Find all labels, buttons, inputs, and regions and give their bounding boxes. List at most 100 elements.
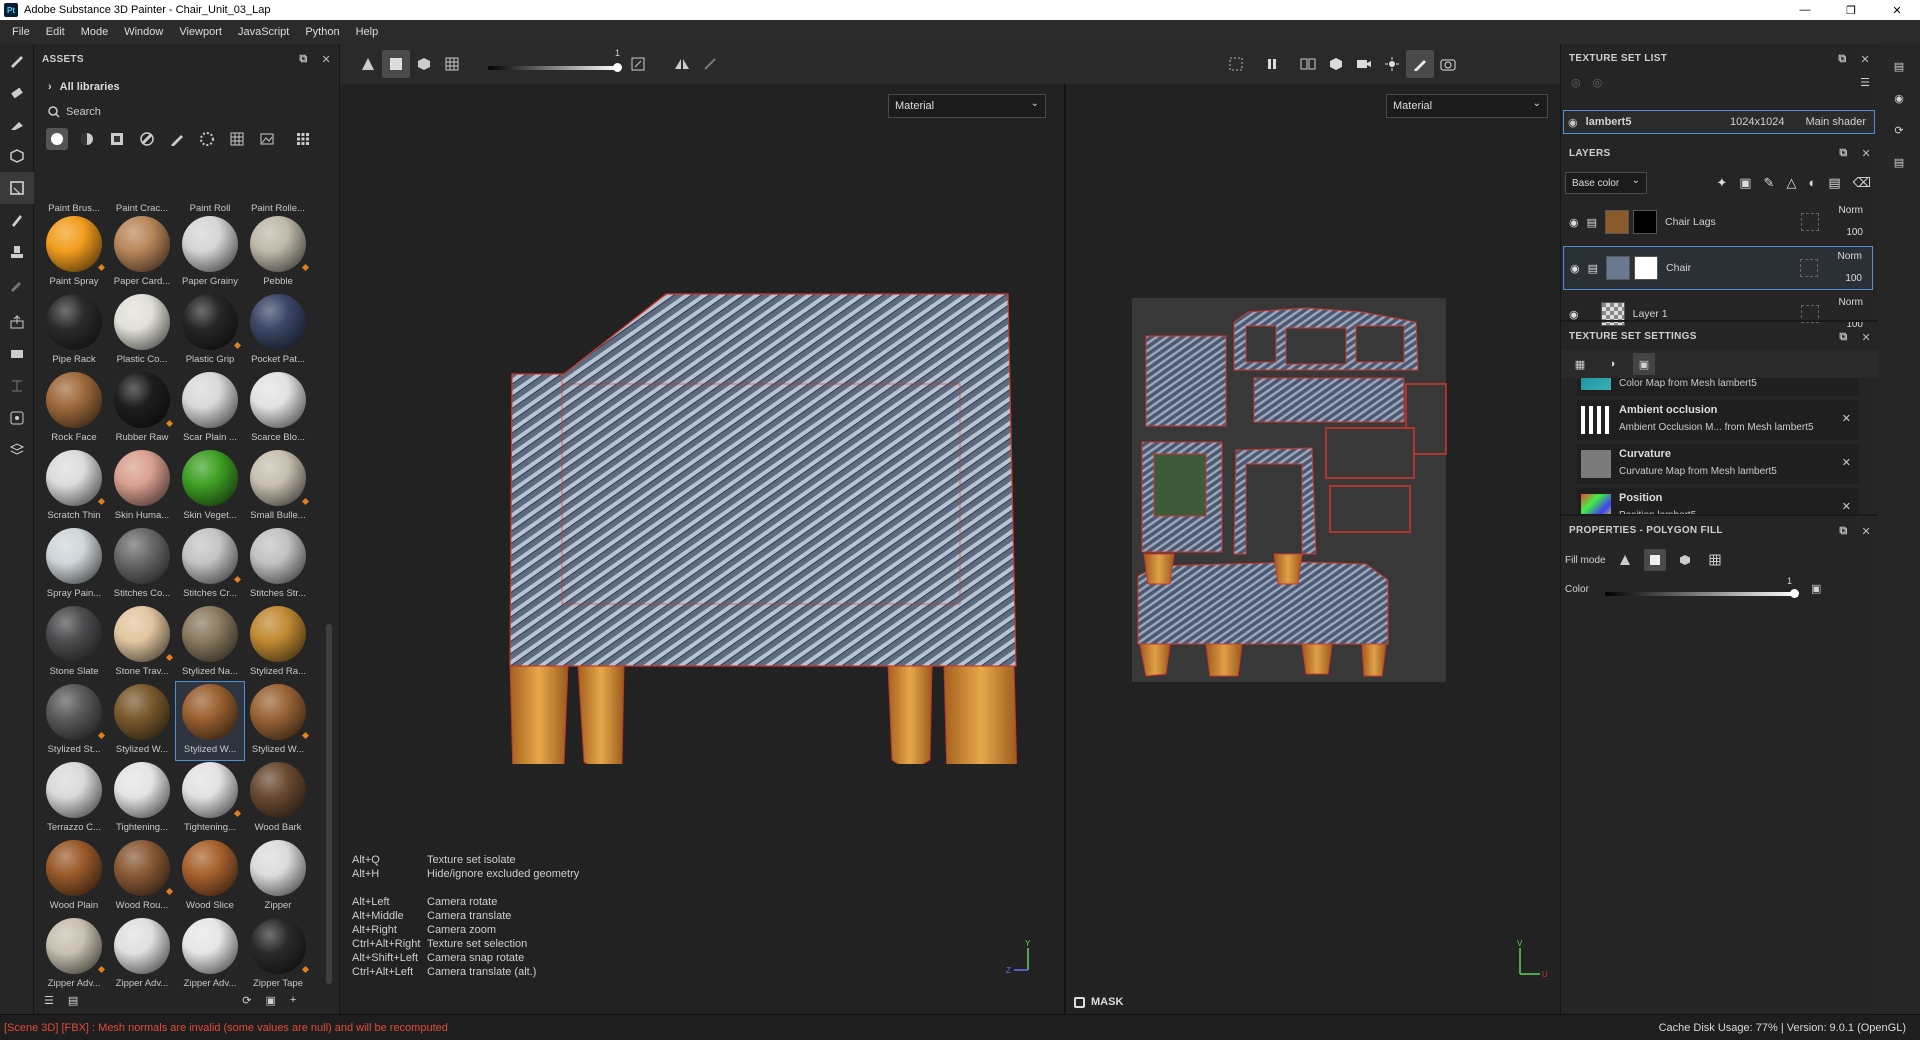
color-picker-icon[interactable] — [0, 268, 34, 300]
asset-tile[interactable]: Pebble — [244, 214, 312, 292]
eraser-icon[interactable] — [0, 76, 34, 108]
asset-tile[interactable]: Zipper Tape — [244, 916, 312, 990]
layer-blend-mode[interactable]: Norm — [1839, 200, 1863, 222]
viewport-2d[interactable]: Material ⌄ MASK V U — [1066, 84, 1560, 1014]
asset-tile[interactable]: Rock Face — [40, 370, 108, 448]
menu-help[interactable]: Help — [348, 26, 387, 38]
color-picker-icon[interactable]: ▣ — [1811, 582, 1821, 595]
float-panel-icon[interactable]: ⧉ — [1839, 525, 1847, 538]
textures-filter-icon[interactable] — [226, 128, 248, 150]
mask-toggle[interactable]: MASK — [1074, 996, 1123, 1008]
add-folder-icon[interactable]: ▤ — [1828, 175, 1840, 191]
float-panel-icon[interactable]: ⧉ — [1838, 53, 1846, 66]
tool-mode-square-icon[interactable] — [382, 50, 410, 78]
asset-tile[interactable]: Scratch Thin — [40, 448, 108, 526]
delete-layer-icon[interactable]: ⌫ — [1853, 175, 1871, 191]
asset-tile[interactable]: Paper Grainy — [176, 214, 244, 292]
environments-filter-icon[interactable] — [256, 128, 278, 150]
paint-mode-icon[interactable] — [1406, 50, 1434, 78]
asset-tile[interactable]: Stylized W... — [175, 681, 245, 761]
layer-opacity[interactable]: 100 — [1839, 222, 1863, 244]
menu-viewport[interactable]: Viewport — [171, 26, 230, 38]
geometry-mask-icon[interactable] — [0, 140, 34, 172]
camera-split-icon[interactable] — [1294, 50, 1322, 78]
smart-masks-filter-icon[interactable] — [136, 128, 158, 150]
status-error[interactable]: [Scene 3D] [FBX] : Mesh normals are inva… — [4, 1022, 448, 1034]
color-slider[interactable] — [1605, 589, 1799, 598]
asset-tile[interactable]: Zipper Adv... — [176, 916, 244, 990]
refresh-icon[interactable]: ⟳ — [242, 994, 251, 1007]
pause-icon[interactable] — [1258, 50, 1286, 78]
asset-tile[interactable]: Rubber Raw — [108, 370, 176, 448]
fill-mode-mesh-icon[interactable] — [1674, 549, 1696, 571]
screenshot-icon[interactable] — [1434, 50, 1462, 78]
fill-mode-square-icon[interactable] — [1643, 549, 1666, 571]
viewport-3d[interactable]: Material ⌄ Alt+Q Texture set isolate Alt+H H… — [340, 84, 1064, 1014]
add-paint-layer-icon[interactable]: ✎ — [1764, 175, 1775, 191]
search-field[interactable]: Search — [34, 100, 339, 124]
materials-filter-icon[interactable] — [46, 128, 68, 150]
asset-tile[interactable]: Stitches Cr... — [176, 526, 244, 604]
polygon-fill-icon[interactable] — [0, 172, 34, 204]
smudge-icon[interactable] — [0, 204, 34, 236]
close-panel-icon[interactable]: ✕ — [1861, 147, 1871, 160]
layer-channel-select[interactable]: Base color ⌄ — [1565, 172, 1647, 194]
maximize-button[interactable]: ❐ — [1828, 0, 1874, 20]
mesh-map-row[interactable]: Curvature Curvature Map from Mesh lambert… — [1577, 444, 1859, 484]
export-icon[interactable] — [0, 306, 34, 338]
close-panel-icon[interactable]: ✕ — [1861, 331, 1871, 344]
asset-tile[interactable]: Stylized Na... — [176, 604, 244, 682]
eye-icon[interactable]: ◉ — [1570, 262, 1580, 275]
layer-blend-mode[interactable]: Norm — [1838, 246, 1862, 268]
material-tab-icon[interactable]: ◑ — [1601, 353, 1623, 375]
tool-mode-triangle-icon[interactable] — [354, 50, 382, 78]
asset-tile[interactable]: Wood Plain — [40, 838, 108, 916]
close-panel-icon[interactable]: ✕ — [321, 53, 331, 66]
asset-tile[interactable]: Wood Slice — [176, 838, 244, 916]
view-cube-icon[interactable] — [1322, 50, 1350, 78]
projection-icon[interactable] — [0, 108, 34, 140]
menu-edit[interactable]: Edit — [38, 26, 73, 38]
asset-tile[interactable]: Tightening... — [108, 760, 176, 838]
asset-tile[interactable]: Tightening... — [176, 760, 244, 838]
assets-scrollbar[interactable] — [326, 624, 332, 984]
all-filter-icon[interactable] — [292, 128, 314, 150]
eye-icon[interactable]: ◉ — [1569, 216, 1579, 229]
log-icon[interactable]: ▤ — [1878, 146, 1920, 178]
brushes-filter-icon[interactable] — [166, 128, 188, 150]
fill-mode-uv-icon[interactable] — [1704, 549, 1726, 571]
eye-icon[interactable]: ◉ — [1568, 116, 1578, 129]
asset-tile[interactable]: Pocket Pat... — [244, 292, 312, 370]
add-icon[interactable]: + — [290, 994, 296, 1006]
remove-map-icon[interactable]: ✕ — [1842, 412, 1851, 425]
effects-icon[interactable]: ✦ — [1716, 175, 1727, 191]
asset-tile[interactable]: Zipper — [244, 838, 312, 916]
menu-window[interactable]: Window — [116, 26, 171, 38]
display-settings-icon[interactable]: ◉ — [1878, 82, 1920, 114]
layer-blend-mode[interactable]: Norm — [1839, 292, 1863, 314]
color-picker-icon[interactable] — [624, 50, 652, 78]
asset-tile[interactable]: Stylized St... — [40, 682, 108, 760]
asset-tile[interactable]: Stitches Co... — [108, 526, 176, 604]
assets-icon[interactable] — [0, 434, 34, 466]
asset-tile[interactable]: Stone Trav... — [108, 604, 176, 682]
mesh-map-row[interactable]: Color Map from Mesh lambert5 ✕ — [1577, 378, 1859, 396]
menu-javascript[interactable]: JavaScript — [230, 26, 297, 38]
asset-tile[interactable]: Wood Bark — [244, 760, 312, 838]
float-panel-icon[interactable]: ⧉ — [299, 53, 307, 66]
layer-opacity[interactable]: 100 — [1838, 268, 1862, 290]
mask-add-icon[interactable]: ▣ — [1739, 175, 1751, 191]
close-panel-icon[interactable]: ✕ — [1860, 53, 1870, 66]
asset-tile[interactable]: Pipe Rack — [40, 292, 108, 370]
asset-tile[interactable]: Skin Veget... — [176, 448, 244, 526]
asset-tile[interactable]: Small Bulle... — [244, 448, 312, 526]
menu-python[interactable]: Python — [297, 26, 347, 38]
layer-row[interactable]: ◉ ▤ Chair Norm 100 — [1563, 246, 1873, 290]
float-panel-icon[interactable]: ⧉ — [1839, 331, 1847, 344]
remove-map-icon[interactable]: ✕ — [1842, 500, 1851, 513]
history-icon[interactable]: ⟳ — [1878, 114, 1920, 146]
mesh-map-row[interactable]: PositionPosition lambert5✕ — [1577, 488, 1859, 514]
add-mask-icon[interactable]: ◐ — [1808, 175, 1816, 191]
camera-icon[interactable] — [1350, 50, 1378, 78]
asset-tile[interactable]: Plastic Co... — [108, 292, 176, 370]
